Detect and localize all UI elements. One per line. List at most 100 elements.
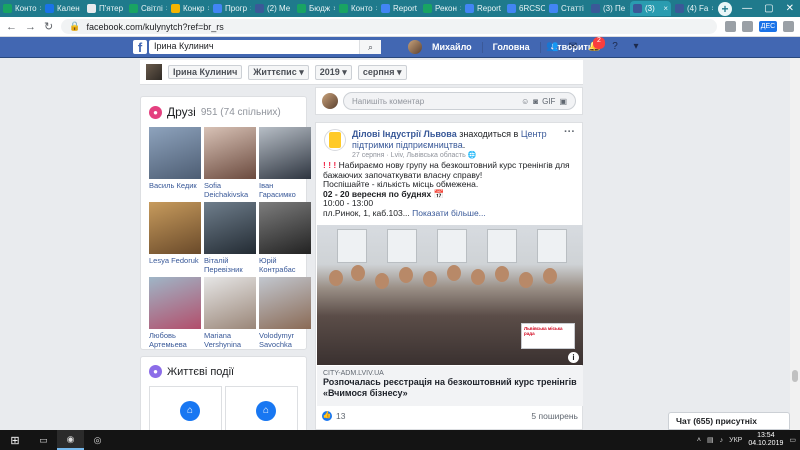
life-event-item[interactable]: ⌂ xyxy=(149,386,222,436)
reload-icon[interactable]: ↻ xyxy=(44,20,53,33)
browser-tab[interactable]: Конто× xyxy=(0,1,41,16)
post-photo[interactable]: Львівська міська рада i xyxy=(317,225,583,365)
browser-tab[interactable]: Світлі× xyxy=(126,1,167,16)
profile-thumbnail[interactable] xyxy=(146,64,162,80)
link-preview[interactable]: CITY-ADM.LVIV.UA Розпочалась реєстрація … xyxy=(317,366,583,406)
post-time[interactable]: 27 серпня · Lviv, Львівська область xyxy=(352,152,466,159)
chrome-secondary-taskbar-icon[interactable]: ◎ xyxy=(84,430,111,450)
notifications-center-icon[interactable]: ▭ xyxy=(789,436,796,444)
friend-photo[interactable] xyxy=(259,127,311,179)
friend-requests-icon[interactable]: 👥 xyxy=(546,41,558,53)
browser-tab[interactable]: Статті× xyxy=(546,1,587,16)
volume-icon[interactable]: ♪ xyxy=(720,437,724,444)
help-icon[interactable]: ? xyxy=(609,41,621,53)
like-count[interactable]: 13 xyxy=(336,411,345,421)
extension-icon[interactable] xyxy=(742,21,753,32)
friend-name[interactable]: Sofia Deichakivska xyxy=(204,179,256,200)
url-field[interactable]: 🔒 facebook.com/kulynytch?ref=br_rs xyxy=(61,19,717,34)
profile-name-button[interactable]: Ірина Кулинич xyxy=(168,65,243,79)
forward-arrow-icon[interactable]: → xyxy=(25,21,36,33)
clock[interactable]: 13:54 04.10.2019 xyxy=(748,432,783,448)
user-avatar[interactable] xyxy=(408,40,422,54)
friend-photo[interactable] xyxy=(204,202,256,254)
emoji-icon[interactable]: ☺ xyxy=(521,97,529,106)
tab-close-icon[interactable]: × xyxy=(460,4,461,13)
friend-tile[interactable]: Lesya Fedoruk xyxy=(149,202,201,275)
gif-icon[interactable]: GIF xyxy=(542,97,555,106)
friend-photo[interactable] xyxy=(149,127,201,179)
profile-icon[interactable] xyxy=(783,21,794,32)
tab-close-icon[interactable]: × xyxy=(376,4,377,13)
browser-tab[interactable]: Report × xyxy=(378,1,419,16)
tab-close-icon[interactable]: × xyxy=(166,4,167,13)
friend-name[interactable]: Іван Гарасимко xyxy=(259,179,311,200)
tab-close-icon[interactable]: × xyxy=(250,4,251,13)
section-dropdown[interactable]: Життєпис ▾ xyxy=(248,64,309,80)
browser-tab[interactable]: (3) Пе× xyxy=(588,1,629,16)
tab-close-icon[interactable]: × xyxy=(711,4,713,13)
friend-tile[interactable]: Віталій Перевізник xyxy=(204,202,256,275)
start-button-icon[interactable]: ⊞ xyxy=(0,430,30,450)
browser-tab[interactable]: Прогр× xyxy=(210,1,251,16)
account-dropdown-icon[interactable]: ▾ xyxy=(630,41,642,53)
browser-tab[interactable]: (3) × xyxy=(630,1,671,16)
show-more-link[interactable]: Показати більше... xyxy=(412,208,486,218)
friend-photo[interactable] xyxy=(149,277,201,329)
tab-close-icon[interactable]: × xyxy=(40,4,41,13)
new-tab-button[interactable]: + xyxy=(718,1,732,16)
like-icon[interactable]: 👍 xyxy=(322,411,332,421)
extension-badge[interactable]: ДЕС xyxy=(759,21,777,32)
browser-tab[interactable]: Конто× xyxy=(336,1,377,16)
friend-tile[interactable]: Любовь Артемьева xyxy=(149,277,201,350)
facebook-search-input[interactable]: Ірина Кулинич ⌕ xyxy=(149,40,381,54)
network-icon[interactable]: ▤ xyxy=(707,436,714,444)
tab-close-icon[interactable]: × xyxy=(628,4,629,13)
comment-input[interactable]: Напишіть коментар ☺ ◙ GIF ▣ xyxy=(343,92,576,110)
user-name-link[interactable]: Михайло xyxy=(432,42,472,52)
friend-photo[interactable] xyxy=(204,277,256,329)
info-icon[interactable]: i xyxy=(568,352,579,363)
tab-close-icon[interactable]: × xyxy=(333,4,335,13)
life-event-item[interactable]: ⌂ xyxy=(225,386,298,436)
friend-tile[interactable]: Volodymyr Savochka xyxy=(259,277,311,350)
close-window-button[interactable]: ✕ xyxy=(786,3,794,14)
back-arrow-icon[interactable]: ← xyxy=(6,21,17,33)
task-view-icon[interactable]: ▭ xyxy=(30,430,57,450)
friend-name[interactable]: Любовь Артемьева xyxy=(149,329,201,350)
friend-tile[interactable]: Юрій Контрабас xyxy=(259,202,311,275)
chat-bar[interactable]: Чат (655) присутніх xyxy=(668,412,790,430)
browser-tab[interactable]: 6RCSC× xyxy=(504,1,545,16)
page-avatar[interactable] xyxy=(324,129,346,151)
tab-close-icon[interactable]: × xyxy=(207,4,209,13)
friends-title[interactable]: Друзі xyxy=(167,105,196,119)
friend-name[interactable]: Lesya Fedoruk xyxy=(149,254,201,275)
messenger-icon[interactable]: ✉ xyxy=(567,41,579,53)
friend-tile[interactable]: Sofia Deichakivska xyxy=(204,127,256,200)
minimize-button[interactable]: — xyxy=(742,3,752,14)
browser-tab[interactable]: (4) Fa× xyxy=(672,1,713,16)
browser-tab[interactable]: (2) Ме × xyxy=(252,1,293,16)
friend-photo[interactable] xyxy=(259,277,311,329)
sticker-icon[interactable]: ▣ xyxy=(559,97,567,106)
month-dropdown[interactable]: серпня ▾ xyxy=(357,64,407,80)
friend-name[interactable]: Mariana Vershynina xyxy=(204,329,256,350)
browser-tab[interactable]: Конкр× xyxy=(168,1,209,16)
friend-tile[interactable]: Василь Кедик xyxy=(149,127,201,200)
share-count[interactable]: 5 поширень xyxy=(531,411,578,421)
friend-tile[interactable]: Mariana Vershynina xyxy=(204,277,256,350)
search-icon[interactable]: ⌕ xyxy=(359,40,381,54)
chrome-taskbar-icon[interactable]: ◉ xyxy=(57,430,84,450)
friend-photo[interactable] xyxy=(259,202,311,254)
friend-name[interactable]: Volodymyr Savochka xyxy=(259,329,311,350)
friend-name[interactable]: Віталій Перевізник xyxy=(204,254,256,275)
friend-name[interactable]: Василь Кедик xyxy=(149,179,201,200)
notifications-bell-icon[interactable]: 🔔2 xyxy=(588,37,605,53)
language-indicator[interactable]: УКР xyxy=(729,437,742,444)
browser-tab[interactable]: Кален × xyxy=(42,1,83,16)
friend-photo[interactable] xyxy=(204,127,256,179)
home-link[interactable]: Головна xyxy=(493,42,530,52)
tray-arrow-icon[interactable]: ˄ xyxy=(697,437,701,444)
year-dropdown[interactable]: 2019 ▾ xyxy=(314,64,352,80)
friend-photo[interactable] xyxy=(149,202,201,254)
post-author-link[interactable]: Ділові Індустрії Львова xyxy=(352,129,457,139)
